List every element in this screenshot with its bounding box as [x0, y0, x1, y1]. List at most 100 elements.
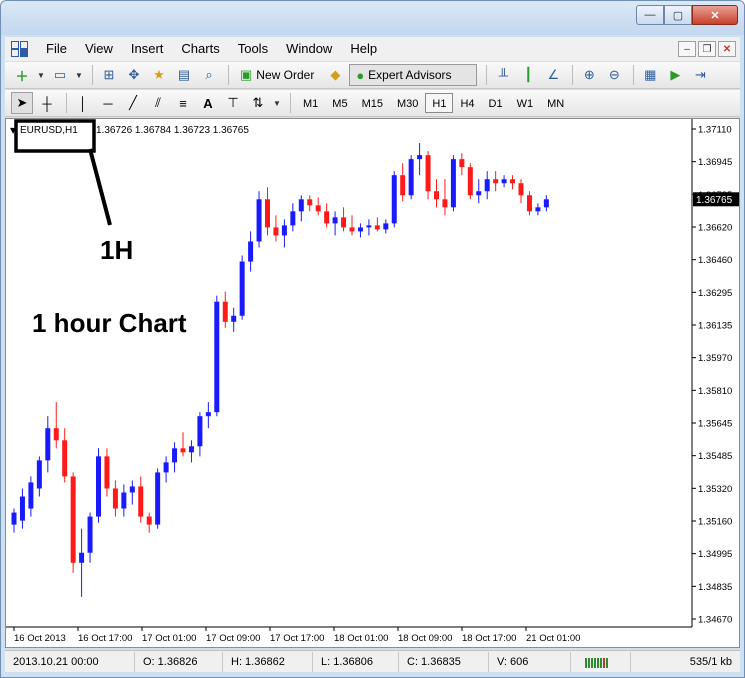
timeframe-m1[interactable]: M1: [296, 93, 325, 113]
navigator-icon[interactable]: ★: [148, 64, 170, 86]
candle-body: [180, 448, 186, 453]
toolbar-separator: [66, 93, 67, 113]
timeframe-h1[interactable]: H1: [425, 93, 454, 113]
candle-body: [383, 223, 389, 230]
candle-body: [281, 225, 287, 236]
price-chart[interactable]: 1.371101.369451.367851.366201.364601.362…: [6, 119, 739, 647]
dropdown-arrow-icon[interactable]: ▼: [272, 92, 282, 114]
tile-windows-icon[interactable]: ▦: [639, 64, 661, 86]
menu-file[interactable]: File: [37, 37, 76, 61]
chart-shift-icon[interactable]: ▶: [664, 64, 686, 86]
menu-charts[interactable]: Charts: [172, 37, 228, 61]
candle-body: [188, 446, 194, 453]
annotation-pointer: [88, 148, 112, 226]
candle-body: [62, 440, 68, 477]
timeframe-m15[interactable]: M15: [355, 93, 390, 113]
arrows-icon[interactable]: ⇅: [247, 92, 269, 114]
candle-body: [417, 155, 423, 160]
status-datetime: 2013.10.21 00:00: [5, 651, 135, 672]
connection-status[interactable]: [571, 651, 631, 672]
text-label-icon[interactable]: ⊤: [222, 92, 244, 114]
profiles-icon[interactable]: ▭: [49, 64, 71, 86]
bar-chart-icon[interactable]: ╨: [492, 64, 514, 86]
y-tick-label: 1.35645: [698, 419, 732, 430]
toolbar-separator: [486, 65, 488, 85]
menu-tools[interactable]: Tools: [229, 37, 277, 61]
dropdown-arrow-icon[interactable]: ▼: [36, 64, 46, 86]
horizontal-line-icon[interactable]: ─: [97, 92, 119, 114]
y-tick-label: 1.35485: [698, 451, 732, 462]
minimize-window-button[interactable]: —: [636, 5, 664, 25]
menu-window[interactable]: Window: [277, 37, 341, 61]
text-icon[interactable]: A: [197, 92, 219, 114]
candle-body: [510, 179, 516, 184]
chart-window[interactable]: 1.371101.369451.367851.366201.364601.362…: [5, 118, 740, 648]
candle-body: [70, 476, 76, 563]
x-tick-label: 17 Oct 01:00: [142, 633, 196, 644]
data-window-icon[interactable]: ✥: [123, 64, 145, 86]
status-low: L: 1.36806: [313, 651, 399, 672]
menu-help[interactable]: Help: [341, 37, 386, 61]
timeframe-w1[interactable]: W1: [510, 93, 541, 113]
toolbar-separator: [228, 65, 229, 85]
candlestick-chart-icon[interactable]: ┃: [517, 64, 539, 86]
standard-toolbar: ＋ ▼ ▭ ▼ ⊞ ✥ ★ ▤ ⌕ ▣ New Order ◆ ● Expert…: [5, 62, 740, 89]
menu-insert[interactable]: Insert: [122, 37, 173, 61]
expert-advisors-button[interactable]: ● Expert Advisors: [349, 64, 478, 86]
timeframe-mn[interactable]: MN: [540, 93, 571, 113]
y-tick-label: 1.36620: [698, 223, 732, 234]
y-tick-label: 1.36945: [698, 157, 732, 168]
vertical-line-icon[interactable]: │: [72, 92, 94, 114]
market-watch-icon[interactable]: ⊞: [98, 64, 120, 86]
chart-restore-button[interactable]: ❐: [698, 41, 716, 57]
candle-body: [214, 301, 220, 413]
timeframe-d1[interactable]: D1: [482, 93, 510, 113]
new-chart-icon[interactable]: ＋: [11, 64, 33, 86]
expert-advisors-icon: ●: [356, 67, 365, 83]
status-close: C: 1.36835: [399, 651, 489, 672]
candle-body: [146, 516, 152, 525]
candle-body: [324, 211, 330, 224]
zoom-out-icon[interactable]: ⊖: [603, 64, 625, 86]
candle-body: [138, 486, 144, 517]
chart-minimize-button[interactable]: –: [678, 41, 696, 57]
annotation-1h-label: 1H: [100, 235, 133, 265]
candle-body: [332, 217, 338, 224]
cursor-icon[interactable]: ➤: [11, 92, 33, 114]
close-window-button[interactable]: ✕: [692, 5, 738, 25]
candle-body: [526, 195, 532, 212]
candle-body: [104, 456, 110, 489]
candle-body: [87, 516, 93, 553]
dropdown-arrow-icon[interactable]: ▼: [74, 64, 84, 86]
auto-scroll-icon[interactable]: ⇥: [689, 64, 711, 86]
crosshair-icon[interactable]: ┼: [36, 92, 58, 114]
new-order-button[interactable]: ▣ New Order: [234, 64, 320, 86]
x-tick-label: 18 Oct 17:00: [462, 633, 516, 644]
candle-body: [121, 492, 127, 509]
line-chart-icon[interactable]: ∠: [542, 64, 564, 86]
meta-editor-icon[interactable]: ◆: [324, 64, 346, 86]
candle-body: [434, 191, 439, 200]
fibonacci-retracement-icon[interactable]: ≡: [172, 92, 194, 114]
x-tick-label: 16 Oct 17:00: [78, 633, 132, 644]
candle-body: [163, 462, 169, 473]
candle-body: [493, 179, 499, 184]
timeframe-m5[interactable]: M5: [325, 93, 354, 113]
zoom-in-icon[interactable]: ⊕: [578, 64, 600, 86]
candle-body: [197, 416, 203, 447]
candle-body: [298, 199, 304, 212]
timeframe-m30[interactable]: M30: [390, 93, 425, 113]
candle-body: [53, 428, 59, 441]
trendline-icon[interactable]: ╱: [122, 92, 144, 114]
maximize-window-button[interactable]: ▢: [664, 5, 692, 25]
title-bar[interactable]: — ▢ ✕: [1, 1, 744, 35]
x-axis-ticks: 16 Oct 2013 16 Oct 17:00 17 Oct 01:00 17 Oc…: [13, 627, 580, 644]
equidistant-channel-icon[interactable]: ⫽: [147, 92, 169, 114]
terminal-icon[interactable]: ▤: [173, 64, 195, 86]
toolbar-separator: [572, 65, 574, 85]
strategy-tester-icon[interactable]: ⌕: [198, 64, 220, 86]
y-tick-label: 1.37110: [698, 125, 732, 136]
chart-close-button[interactable]: ✕: [718, 41, 736, 57]
menu-view[interactable]: View: [76, 37, 122, 61]
timeframe-h4[interactable]: H4: [453, 93, 481, 113]
